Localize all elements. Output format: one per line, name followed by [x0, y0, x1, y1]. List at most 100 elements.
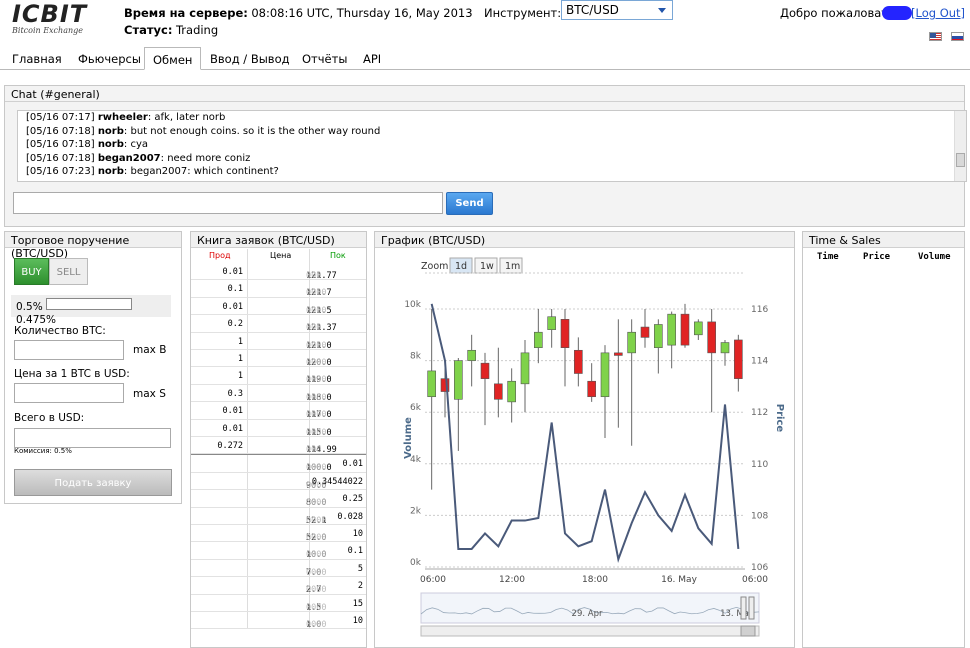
chevron-down-icon — [658, 8, 666, 13]
ask-row[interactable]: 1 121.0 0000 — [191, 333, 366, 351]
zoom-option-1m: 1m — [505, 261, 520, 272]
qty-input[interactable] — [14, 340, 124, 360]
candle[interactable] — [494, 383, 503, 400]
order-panel: Торговое поручение (BTC/USD) BUY SELL 0.… — [4, 231, 182, 504]
ask-row[interactable]: 0.01 121.77 000 — [191, 263, 366, 281]
ask-qty: 0.01 — [222, 267, 243, 277]
col-price: Price — [863, 252, 891, 262]
bid-row[interactable]: 7.0 0000 5 — [191, 560, 366, 578]
ask-row[interactable]: 0.01 121.5 0000 — [191, 298, 366, 316]
candle[interactable] — [480, 362, 490, 379]
x-tick-label: 18:00 — [582, 575, 608, 585]
chat-scrollbar[interactable] — [954, 111, 966, 181]
ask-qty: 0.272 — [217, 441, 243, 451]
col-sell: Прод — [209, 251, 231, 260]
ask-row[interactable]: 0.01 117.0 0000 — [191, 402, 366, 420]
flag-us-icon[interactable] — [929, 32, 942, 41]
chat-input[interactable] — [13, 192, 443, 214]
logo-title: ICBIT — [12, 0, 88, 28]
bid-row[interactable]: 100.0 0000 0.01 — [191, 455, 366, 473]
candle[interactable] — [614, 352, 623, 356]
ask-row[interactable]: 0.2 121.37 000 — [191, 315, 366, 333]
candle[interactable] — [734, 339, 743, 379]
ask-qty: 0.3 — [227, 388, 243, 399]
place-order-button[interactable]: Подать заявку — [14, 469, 172, 496]
candle[interactable] — [667, 313, 676, 346]
x-tick-label: 12:00 — [499, 575, 525, 585]
tab-futures[interactable]: Фьючерсы — [70, 47, 149, 70]
chat-message: [05/16 07:18] norb: cya — [26, 139, 149, 150]
bid-row[interactable]: 1.5 0000 15 — [191, 595, 366, 613]
ask-row[interactable]: 1 119.0 0000 — [191, 367, 366, 385]
candle[interactable] — [627, 331, 636, 354]
bid-qty: 15 — [352, 598, 363, 609]
bid-row[interactable]: 80.0 0000 0.25 — [191, 490, 366, 508]
price-max[interactable]: max S — [133, 388, 166, 400]
tab-deposit-withdraw[interactable]: Ввод / Вывод — [202, 47, 298, 70]
right-tick-label: 106 — [751, 563, 768, 573]
candle[interactable] — [694, 321, 703, 336]
bid-row[interactable]: 52.1 0000 0.028 — [191, 508, 366, 526]
total-input[interactable] — [14, 428, 171, 448]
col-buy: Пок — [330, 251, 346, 260]
candle[interactable] — [574, 349, 583, 374]
candle[interactable] — [547, 316, 556, 330]
flag-ru-icon[interactable] — [951, 32, 964, 41]
qty-max[interactable]: max B — [133, 344, 166, 356]
bid-row[interactable]: 52.0 0000 10 — [191, 525, 366, 543]
chart-scrollbar-thumb[interactable] — [740, 625, 756, 637]
candle[interactable] — [534, 331, 543, 349]
tab-reports[interactable]: Отчёты — [294, 47, 355, 70]
candle[interactable] — [654, 324, 663, 349]
instrument-select[interactable]: BTC/USD — [561, 0, 673, 20]
candle[interactable] — [454, 360, 463, 400]
candle[interactable] — [707, 321, 716, 354]
candle[interactable] — [720, 342, 730, 354]
navigator-handle-left[interactable] — [740, 596, 747, 620]
candle[interactable] — [427, 370, 436, 398]
scrollbar-thumb[interactable] — [956, 153, 965, 167]
candle[interactable] — [680, 313, 690, 346]
ask-row[interactable]: 0.3 118.0 0000 — [191, 385, 366, 403]
bid-qty: 10 — [352, 616, 363, 626]
instrument-value: BTC/USD — [566, 3, 619, 17]
chat-log[interactable]: [05/16 07:17] rwheeler: afk, later norb … — [17, 110, 967, 182]
ask-row[interactable]: 0.01 115.0 0000 — [191, 420, 366, 438]
tab-home[interactable]: Главная — [4, 47, 70, 70]
welcome-text: Добро пожаловать, — [780, 6, 899, 20]
ask-qty: 1 — [237, 371, 243, 382]
x-tick-label: 06:00 — [742, 575, 768, 585]
logo[interactable]: ICBIT Bitcoin Exchange — [12, 2, 102, 38]
navigator-handle-right[interactable] — [748, 596, 755, 620]
buy-button[interactable]: BUY — [14, 258, 49, 285]
chart-scrollbar[interactable] — [420, 625, 760, 637]
chat-panel: Chat (#general) [05/16 07:17] rwheeler: … — [4, 85, 967, 227]
logout-link[interactable]: [Log Out] — [911, 6, 965, 20]
tab-api[interactable]: API — [355, 47, 389, 70]
bid-row[interactable]: 1.0 0000 10 — [191, 612, 366, 630]
bid-row[interactable]: 10.0 0000 0.1 — [191, 542, 366, 560]
candle[interactable] — [520, 352, 530, 385]
candle[interactable] — [560, 319, 570, 348]
ask-qty: 0.01 — [222, 406, 243, 417]
status-value: Trading — [175, 23, 219, 37]
candle[interactable] — [640, 326, 650, 338]
left-tick-label: 2k — [410, 506, 422, 516]
ask-row[interactable]: 0.272 114.99 000 — [191, 437, 366, 455]
bid-qty: 0.34544022 — [311, 476, 363, 487]
bid-row[interactable]: 2.7 0000 2 — [191, 577, 366, 595]
ask-row[interactable]: 1 120.0 0000 — [191, 350, 366, 368]
price-input[interactable] — [14, 383, 124, 403]
sell-button[interactable]: SELL — [49, 258, 88, 285]
chat-message: [05/16 07:18] norb: but not enough coins… — [26, 125, 381, 137]
candle[interactable] — [587, 380, 596, 398]
candle[interactable] — [507, 380, 516, 403]
fee-slider[interactable] — [46, 298, 132, 310]
ask-row[interactable]: 0.1 121.7 0000 — [191, 280, 366, 298]
bid-row[interactable]: 90.0 0000 0.34544022 — [191, 473, 366, 491]
tab-exchange[interactable]: Обмен — [144, 47, 202, 70]
price-chart[interactable]: Zoom 1d 1w 1m0k 1062k 1084k 1106k 1128k 11410k 11… — [375, 249, 794, 647]
send-button[interactable]: Send — [446, 192, 493, 215]
candle[interactable] — [467, 349, 476, 361]
candle[interactable] — [600, 352, 610, 398]
